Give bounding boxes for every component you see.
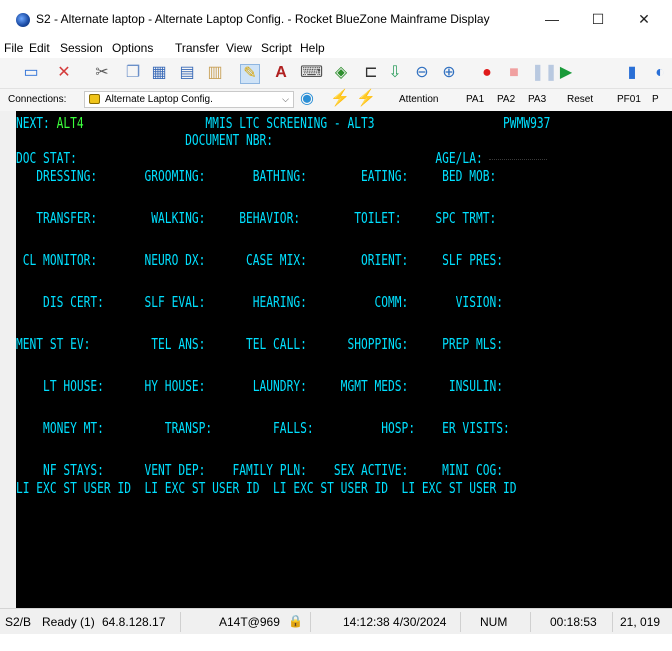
document-icon[interactable]: ▮: [623, 64, 641, 82]
input-field-underline[interactable]: [489, 159, 547, 160]
cursor-position: 21, 019: [620, 615, 661, 629]
lock-status-icon: 🔒: [288, 614, 303, 628]
window-title: S2 - Alternate laptop - Alternate Laptop…: [36, 12, 490, 26]
status-divider: [530, 612, 531, 632]
status-divider: [460, 612, 461, 632]
connections-selected: Alternate Laptop Config.: [105, 94, 213, 105]
cut-icon[interactable]: ✂: [93, 64, 111, 82]
menu-help[interactable]: Help: [300, 41, 325, 55]
zoom-in-icon[interactable]: ⊕: [440, 64, 458, 82]
minimize-button[interactable]: —: [530, 6, 574, 32]
status-divider: [180, 612, 181, 632]
menu-edit[interactable]: Edit: [29, 41, 50, 55]
doc-stat-line: DOC STAT: AGE/LA:: [16, 149, 483, 167]
lock-icon: [89, 94, 100, 104]
play-icon[interactable]: ▶: [557, 64, 575, 82]
edit-icon[interactable]: ✎: [240, 64, 260, 84]
num-lock-indicator: NUM: [480, 615, 508, 629]
stop-icon[interactable]: ■: [505, 64, 523, 82]
session-id: S2/B: [5, 615, 32, 629]
status-divider: [310, 612, 311, 632]
paste-icon[interactable]: ▦: [150, 64, 168, 82]
globe-connect-icon[interactable]: ◉: [298, 90, 316, 108]
user-id-header-row: LI EXC ST USER ID LI EXC ST USER ID LI E…: [16, 479, 517, 497]
next-command-field[interactable]: ALT4: [50, 114, 84, 132]
record-icon[interactable]: ●: [478, 64, 496, 82]
terminal-line-1: NEXT: ALT4 MMIS LTC SCREENING - ALT3 PWM…: [16, 114, 550, 132]
connections-bar: Connections: Alternate Laptop Config. ⌵ …: [0, 89, 672, 111]
copy-icon[interactable]: ❐: [124, 64, 142, 82]
elapsed-time: 00:18:53: [550, 615, 597, 629]
disconnect-icon[interactable]: ✕: [55, 64, 73, 82]
terminal-field-row: MONEY MT: TRANSP: FALLS: HOSP: ER VISITS…: [16, 419, 510, 437]
attention-button[interactable]: Attention: [399, 94, 438, 105]
bluezone-app-icon[interactable]: [16, 13, 30, 27]
ready-status: Ready (1): [42, 615, 95, 629]
close-button[interactable]: ✕: [622, 6, 666, 32]
chevron-down-icon[interactable]: ⌵: [282, 92, 289, 107]
status-bar: S2/B Ready (1) 64.8.128.17 A14T@969 🔒 14…: [0, 608, 672, 635]
menu-view[interactable]: View: [226, 41, 252, 55]
window-bottom-edge: [0, 634, 672, 651]
terminal-field-row: MENT ST EV: TEL ANS: TEL CALL: SHOPPING:…: [16, 335, 504, 353]
pause-icon[interactable]: ❚❚: [531, 64, 558, 82]
disconnect-wand-icon[interactable]: ⚡: [356, 90, 376, 108]
menu-transfer[interactable]: Transfer: [175, 41, 219, 55]
date-time: 14:12:38 4/30/2024: [343, 615, 447, 629]
screen-title: MMIS LTC SCREENING - ALT3 PWMW937: [83, 114, 551, 132]
monitor-icon[interactable]: ▭: [22, 64, 40, 82]
pa2-button[interactable]: PA2: [497, 94, 515, 105]
terminal-field-row: DRESSING: GROOMING: BATHING: EATING: BED…: [16, 167, 497, 185]
terminal-screen[interactable]: NEXT: ALT4 MMIS LTC SCREENING - ALT3 PWM…: [16, 111, 672, 608]
status-divider: [612, 612, 613, 632]
connections-dropdown[interactable]: Alternate Laptop Config. ⌵: [84, 91, 294, 108]
reset-button[interactable]: Reset: [567, 94, 593, 105]
connections-label: Connections:: [8, 94, 67, 105]
pf-next-button[interactable]: P: [652, 94, 659, 105]
capture-icon[interactable]: ⊏: [362, 64, 380, 82]
pa1-button[interactable]: PA1: [466, 94, 484, 105]
maximize-button[interactable]: ☐: [576, 6, 620, 32]
menu-session[interactable]: Session: [60, 41, 103, 55]
macro-icon[interactable]: ◈: [332, 64, 350, 82]
menu-bar: File Edit Session Options Transfer View …: [0, 38, 672, 58]
next-label: NEXT:: [16, 114, 50, 132]
menu-options[interactable]: Options: [112, 41, 153, 55]
clipboard-icon[interactable]: ▥: [206, 64, 224, 82]
title-bar: S2 - Alternate laptop - Alternate Laptop…: [0, 0, 672, 38]
terminal-field-row: TRANSFER: WALKING: BEHAVIOR: TOILET: SPC…: [16, 209, 497, 227]
pa3-button[interactable]: PA3: [528, 94, 546, 105]
toolbar: ▭ ✕ ✂ ❐ ▦ ▤ ▥ ✎ A ⌨ ◈ ⊏ ⇩ ⊖ ⊕ ● ■ ❚❚ ▶ ▮…: [0, 58, 672, 89]
font-icon[interactable]: A: [272, 64, 290, 82]
terminal-field-row: NF STAYS: VENT DEP: FAMILY PLN: SEX ACTI…: [16, 461, 504, 479]
keyboard-icon[interactable]: ⌨: [300, 64, 323, 82]
connect-wand-icon[interactable]: ⚡: [330, 90, 350, 108]
globe-icon[interactable]: ◐: [651, 64, 669, 82]
ip-address: 64.8.128.17: [102, 615, 166, 629]
terminal-field-row: LT HOUSE: HY HOUSE: LAUNDRY: MGMT MEDS: …: [16, 377, 504, 395]
menu-script[interactable]: Script: [261, 41, 292, 55]
menu-file[interactable]: File: [4, 41, 23, 55]
download-icon[interactable]: ⇩: [386, 64, 404, 82]
host-name: A14T@969: [219, 615, 280, 629]
terminal-field-row: DIS CERT: SLF EVAL: HEARING: COMM: VISIO…: [16, 293, 504, 311]
print-icon[interactable]: ▤: [178, 64, 196, 82]
pf01-button[interactable]: PF01: [617, 94, 641, 105]
terminal-field-row: CL MONITOR: NEURO DX: CASE MIX: ORIENT: …: [16, 251, 504, 269]
document-number-line: DOCUMENT NBR:: [16, 131, 274, 149]
zoom-out-icon[interactable]: ⊖: [413, 64, 431, 82]
